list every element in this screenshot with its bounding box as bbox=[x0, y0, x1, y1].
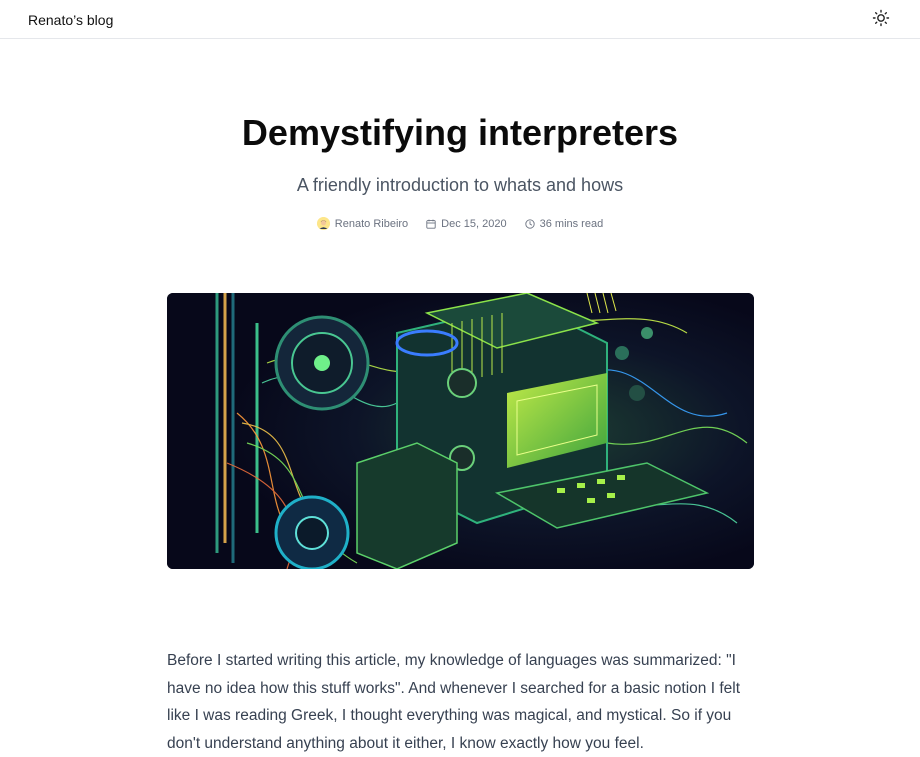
article-subtitle: A friendly introduction to whats and how… bbox=[296, 175, 624, 195]
circuit-machine-illustration bbox=[167, 293, 754, 569]
author-name: Renato Ribeiro bbox=[334, 217, 409, 230]
blog-home-link[interactable]: Renato’s blog bbox=[28, 12, 113, 28]
author-meta: Renato Ribeiro bbox=[316, 217, 409, 230]
top-navigation: Renato’s blog bbox=[0, 0, 920, 39]
calendar-icon bbox=[426, 219, 436, 229]
author-avatar bbox=[316, 217, 330, 230]
read-time: 36 mins read bbox=[539, 217, 604, 230]
read-time-meta: 36 mins read bbox=[524, 217, 604, 230]
publish-date: Dec 15, 2020 bbox=[441, 217, 507, 230]
clock-icon bbox=[524, 218, 535, 229]
article-title: Demystifying interpreters bbox=[241, 112, 679, 153]
theme-toggle-button[interactable] bbox=[872, 9, 890, 27]
article-meta: Renato Ribeiro Dec 15, 2020 36 mins read bbox=[0, 217, 920, 230]
article-intro-paragraph: Before I started writing this article, m… bbox=[167, 652, 741, 752]
sun-icon bbox=[872, 9, 890, 27]
date-meta: Dec 15, 2020 bbox=[426, 217, 507, 230]
hero-image bbox=[167, 293, 754, 569]
